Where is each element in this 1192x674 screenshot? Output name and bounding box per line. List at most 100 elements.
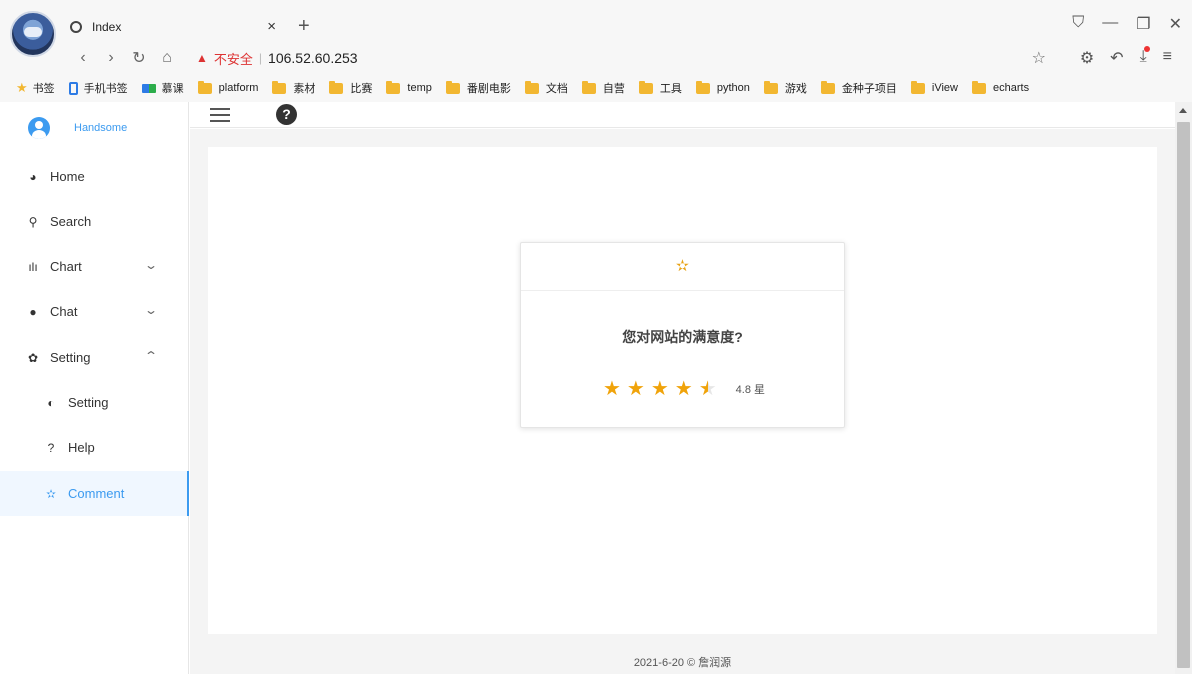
folder-icon [524, 80, 539, 94]
folder-icon [910, 80, 925, 94]
extensions-icon[interactable]: ⚙ [1080, 48, 1094, 68]
chevron-up-icon: ⌃ [143, 349, 159, 363]
planet-icon: ◕ [29, 169, 37, 184]
sidebar-item-search[interactable]: ⚲ Search [0, 199, 189, 244]
bookmark-label: 比赛 [350, 83, 373, 95]
folder-icon [329, 80, 344, 94]
download-icon[interactable]: ⤓ [1140, 46, 1150, 68]
minimize-button[interactable]: — [1102, 14, 1118, 34]
insecure-label: 不安全 [213, 51, 253, 67]
bookmark-item[interactable]: 慕课 [141, 80, 184, 96]
reload-button[interactable]: ↻ [132, 48, 146, 68]
sidebar-item-label: Comment [68, 486, 125, 501]
sidebar-item-home[interactable]: ◕ Home [0, 154, 189, 199]
home-button[interactable]: ⌂ [160, 49, 174, 67]
folder-icon [197, 80, 212, 94]
new-tab-button[interactable]: + [298, 15, 310, 38]
address-bar[interactable]: ▲ 不安全 | 106.52.60.253 ☆ [186, 46, 1046, 70]
rating-stars[interactable]: ★ ★ ★ ★ ★ 4.8 星 [521, 379, 844, 399]
star-half-icon[interactable]: ★ [699, 379, 717, 399]
folder-icon [581, 80, 596, 94]
tab-strip: Index × + ⛉ — ❐ ✕ [62, 10, 1192, 42]
sidebar-item-setting[interactable]: ◐ Setting [0, 380, 189, 425]
star-full-icon[interactable]: ★ [675, 379, 693, 399]
bookmark-item[interactable]: 手机书签 [68, 80, 128, 96]
tab-favicon-icon [70, 21, 82, 33]
bookmarks-bar: ★ 书签 手机书签 慕课 platform 素材 比赛 temp 番剧电影 文档 自营 工具 pytho… [16, 78, 1043, 98]
contrast-icon: ◐ [47, 395, 55, 410]
bookmark-item[interactable]: temp [386, 80, 432, 94]
footer: 2021-6-20 © 詹润源 [633, 657, 732, 669]
bookmark-item[interactable]: 番剧电影 [445, 80, 511, 96]
skin-icon[interactable]: ⛉ [1072, 14, 1084, 34]
user-avatar-icon [28, 117, 50, 139]
scrollbar[interactable] [1175, 102, 1192, 674]
bookmark-label: 金种子项目 [841, 83, 897, 95]
sidebar-item-label: Chart [50, 259, 82, 274]
sidebar-item-comment[interactable]: ✫ Comment [0, 471, 189, 516]
tab-close-icon[interactable]: × [267, 18, 276, 35]
bookmark-label: 文档 [545, 83, 568, 95]
question-icon: ? [47, 440, 55, 455]
scroll-up-arrow-icon[interactable] [1179, 108, 1187, 113]
bookmark-item[interactable]: 比赛 [329, 80, 372, 96]
back-button[interactable]: ‹ [76, 49, 90, 67]
url-text[interactable]: 106.52.60.253 [268, 50, 358, 66]
bookmark-item[interactable]: 游戏 [763, 80, 807, 96]
menu-icon[interactable]: ≡ [1163, 48, 1172, 68]
sidebar-item-setting-group[interactable]: ✿ Setting ⌃ [0, 335, 189, 380]
folder-icon [820, 80, 835, 94]
rating-card: ✫ 您对网站的满意度? ★ ★ ★ ★ ★ 4.8 星 [520, 242, 845, 428]
user-name: Handsome [74, 122, 128, 134]
warning-triangle-icon: ▲ [196, 51, 208, 65]
forward-button[interactable]: › [104, 49, 118, 67]
sidebar-item-chart[interactable]: ılı Chart ⌄ [0, 244, 189, 289]
rating-question: 您对网站的满意度? [622, 329, 743, 345]
hamburger-menu-icon[interactable] [210, 108, 230, 122]
bookmark-label: echarts [993, 82, 1030, 94]
bookmark-item[interactable]: 自营 [581, 80, 625, 96]
star-full-icon[interactable]: ★ [651, 379, 669, 399]
star-half-icon: ✫ [675, 258, 690, 275]
star-icon: ★ [16, 80, 28, 95]
bookmark-item[interactable]: ★ 书签 [16, 80, 55, 96]
star-full-icon[interactable]: ★ [627, 379, 645, 399]
tab-index[interactable]: Index × [62, 12, 284, 42]
sidebar-item-label: Setting [68, 395, 109, 410]
bookmark-label: 工具 [659, 83, 682, 95]
bookmark-label: 书签 [32, 83, 55, 95]
bookmark-label: 手机书签 [83, 83, 128, 95]
bookmark-item[interactable]: echarts [972, 80, 1030, 94]
flag-icon [141, 83, 156, 93]
bookmark-item[interactable]: 文档 [524, 80, 568, 96]
bookmark-item[interactable]: 素材 [272, 80, 315, 96]
user-profile[interactable]: Handsome [28, 117, 127, 139]
bookmark-star-icon[interactable]: ☆ [1032, 48, 1046, 68]
bookmark-label: temp [407, 82, 432, 94]
bookmark-item[interactable]: 工具 [638, 80, 682, 96]
bookmark-label: 慕课 [161, 83, 184, 95]
star-full-icon[interactable]: ★ [603, 379, 621, 399]
bookmark-item[interactable]: 金种子项目 [820, 80, 897, 96]
bookmark-item[interactable]: iView [910, 80, 958, 94]
sidebar-item-label: Search [50, 214, 92, 229]
restore-button[interactable]: ❐ [1136, 14, 1150, 34]
help-circle-icon[interactable]: ? [276, 104, 297, 125]
sidebar-item-help[interactable]: ? Help [0, 425, 189, 470]
tab-title: Index [92, 20, 122, 34]
sidebar-item-label: Setting [50, 350, 91, 365]
search-icon: ⚲ [28, 214, 38, 229]
close-window-button[interactable]: ✕ [1169, 14, 1182, 34]
undo-icon[interactable]: ↶ [1110, 48, 1123, 68]
folder-icon [972, 80, 986, 94]
bookmark-item[interactable]: python [695, 80, 750, 94]
sidebar-item-chat[interactable]: ● Chat ⌄ [0, 289, 189, 334]
browser-profile-avatar[interactable] [10, 11, 56, 57]
bookmark-item[interactable]: platform [197, 80, 258, 94]
chevron-down-icon: ⌄ [143, 303, 159, 317]
toolbar-right: ⚙ ↶ ⤓ ≡ [1080, 46, 1172, 68]
scrollbar-thumb[interactable] [1177, 122, 1190, 668]
chat-bubble-icon: ● [29, 304, 37, 319]
bookmark-label: 番剧电影 [466, 83, 511, 95]
gear-icon: ✿ [27, 350, 39, 365]
